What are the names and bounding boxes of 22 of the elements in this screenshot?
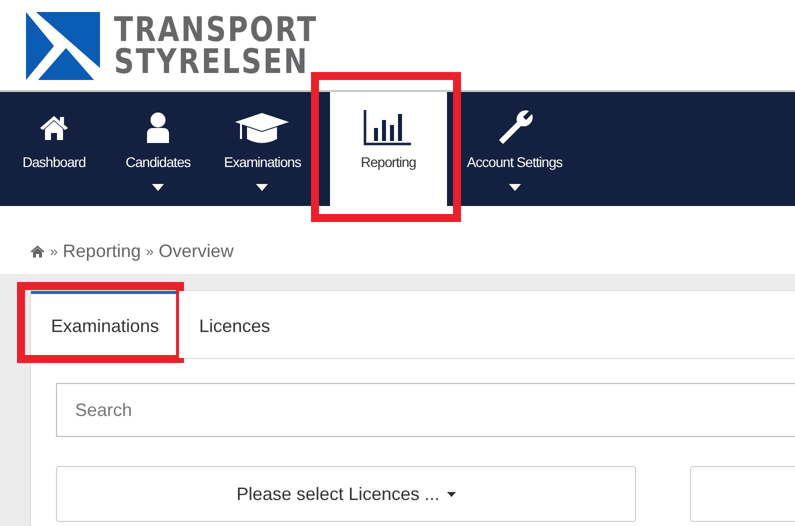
breadcrumb-separator: » (50, 243, 58, 259)
graduation-cap-icon (234, 111, 290, 145)
nav-item[interactable]: Examinations (216, 92, 309, 206)
bar-chart-icon (363, 110, 414, 146)
search-field[interactable]: Search (56, 383, 795, 437)
logo-text: STYRELSEN (114, 46, 310, 78)
breadcrumb-link[interactable]: Overview (158, 240, 234, 262)
person-icon (146, 112, 170, 144)
nav-item[interactable]: Candidates (112, 92, 204, 206)
home-icon (30, 244, 45, 258)
breadcrumb-separator: » (146, 243, 154, 259)
caret-icon (152, 184, 164, 191)
dropdown-button[interactable]: Please select Licences ... (56, 466, 636, 522)
breadcrumb-link[interactable]: Reporting (62, 240, 141, 262)
caret-icon (508, 184, 521, 191)
logo-text: TRANSPORT (114, 14, 318, 46)
logo-icon (26, 12, 100, 80)
nav-item[interactable]: Account Settings (458, 92, 570, 206)
home-icon (39, 115, 69, 141)
caret-icon (256, 184, 268, 191)
nav-item[interactable]: Dashboard (8, 92, 100, 206)
caret-icon (446, 492, 456, 496)
